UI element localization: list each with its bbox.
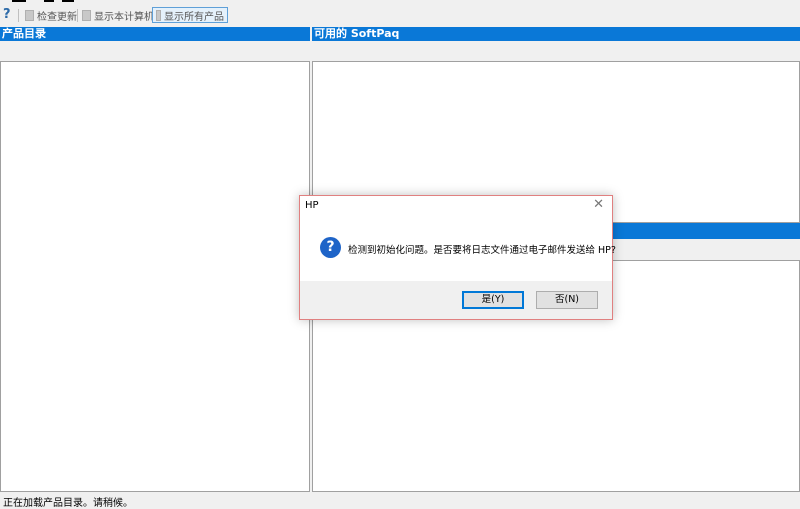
show-all-products-button[interactable]: 显示所有产品 xyxy=(152,7,228,23)
available-softpaq-header: 可用的 SoftPaq xyxy=(312,27,800,41)
close-icon[interactable]: ✕ xyxy=(593,197,604,213)
available-softpaq-toolbar xyxy=(312,41,800,61)
help-icon[interactable]: ? xyxy=(3,8,13,22)
product-catalog-header: 产品目录 xyxy=(0,27,310,41)
available-softpaq-title: 可用的 SoftPaq xyxy=(314,27,400,40)
check-updates-label: 检查更新 xyxy=(37,11,77,23)
confirm-dialog: HP ✕ ? 检测到初始化问题。是否要将日志文件通过电子邮件发送给 HP? 是(… xyxy=(299,195,616,320)
dialog-message: 检测到初始化问题。是否要将日志文件通过电子邮件发送给 HP? xyxy=(348,245,616,256)
toolbar-separator xyxy=(18,9,19,22)
products-icon xyxy=(156,9,161,21)
check-updates-button[interactable]: 检查更新 xyxy=(22,7,80,23)
computer-icon xyxy=(82,9,91,21)
toolbar-separator xyxy=(77,9,78,22)
details-header xyxy=(613,223,800,239)
question-icon: ? xyxy=(320,237,341,258)
product-catalog-title: 产品目录 xyxy=(2,27,46,40)
dialog-footer: 是(Y) 否(N) xyxy=(300,281,612,319)
toolbar: ? 检查更新 显示本计算机 显示所有产品 xyxy=(0,5,800,25)
menu-bar xyxy=(0,0,800,4)
dialog-title: HP xyxy=(305,200,319,211)
product-catalog-toolbar xyxy=(0,41,310,61)
check-updates-icon xyxy=(25,9,34,21)
yes-button[interactable]: 是(Y) xyxy=(462,291,524,309)
product-catalog-tree[interactable] xyxy=(0,61,310,492)
show-all-products-label: 显示所有产品 xyxy=(164,11,224,23)
no-button[interactable]: 否(N) xyxy=(536,291,598,309)
show-this-computer-label: 显示本计算机 xyxy=(94,11,154,23)
show-this-computer-button[interactable]: 显示本计算机 xyxy=(79,7,157,23)
